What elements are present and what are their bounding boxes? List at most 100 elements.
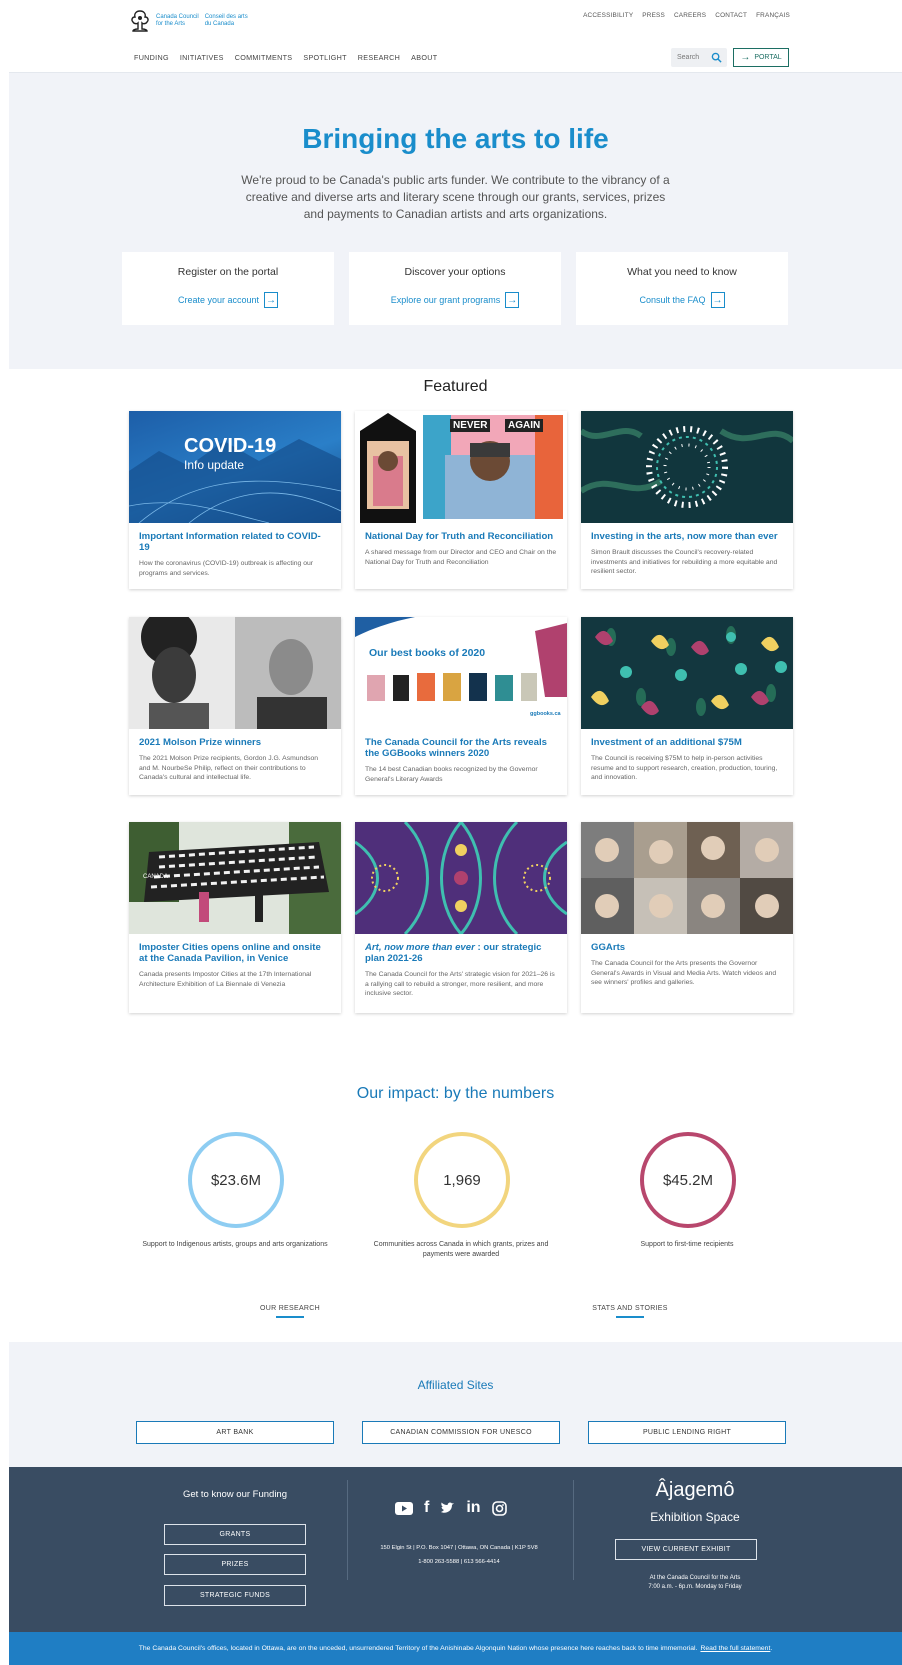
nav-commitments[interactable]: COMMITMENTS [235, 53, 293, 62]
stats-and-stories-link[interactable]: STATS AND STORIES [580, 1305, 680, 1318]
ggbooks-logo: ggbooks.ca [530, 711, 561, 717]
search-input[interactable]: Search [671, 48, 727, 67]
card-image-molson [129, 617, 341, 729]
featured-card-imposter-cities[interactable]: CANADA Imposter Cities opens online and … [129, 822, 341, 1013]
cta-heading: What you need to know [627, 266, 737, 278]
utility-link-language[interactable]: FRANÇAIS [756, 12, 790, 19]
nav-research[interactable]: RESEARCH [358, 53, 400, 62]
card-description: A shared message from our Director and C… [365, 549, 557, 566]
stat-ring-communities: 1,969 [414, 1132, 510, 1228]
featured-title: Featured [423, 378, 488, 395]
logo-text: Canada Council for the Arts Conseil des … [156, 14, 248, 28]
featured-card-covid[interactable]: COVID-19 Info update Important Informati… [129, 411, 341, 589]
stat-value: $23.6M [210, 1171, 262, 1189]
pattern-graphic [355, 822, 567, 934]
cta-card-faq: What you need to know Consult the FAQ → [576, 252, 788, 325]
featured-card-molson[interactable]: 2021 Molson Prize winners The 2021 Molso… [129, 617, 341, 795]
logo-mark-icon [131, 10, 149, 32]
stat-ring-first-time: $45.2M [640, 1132, 736, 1228]
card-title-emphasis: Art, now more than ever [365, 942, 475, 953]
utility-link-press[interactable]: PRESS [642, 12, 665, 19]
link-underline [276, 1316, 304, 1318]
featured-card-truth-reconciliation[interactable]: NEVER AGAIN National Day for Truth and R… [355, 411, 567, 589]
linkedin-icon[interactable]: in [466, 1499, 480, 1517]
hero-title: Bringing the arts to life [302, 123, 609, 154]
youtube-icon[interactable] [395, 1501, 413, 1515]
grants-button[interactable]: GRANTS [164, 1524, 306, 1545]
unesco-button[interactable]: CANADIAN COMMISSION FOR UNESCO [362, 1421, 560, 1444]
arrow-right-icon: → [264, 292, 279, 308]
card-title: The Canada Council for the Arts reveals … [365, 737, 547, 759]
nav-funding[interactable]: FUNDING [134, 53, 169, 62]
hero-section: Bringing the arts to life We're proud to… [9, 73, 902, 369]
card-image-investing [581, 411, 793, 523]
land-acknowledgement-bar: The Canada Council's offices, located in… [9, 1632, 902, 1665]
affiliated-title: Affiliated Sites [417, 1378, 494, 1392]
card-image-strategic-plan [355, 822, 567, 934]
twitter-icon[interactable] [440, 1502, 455, 1515]
featured-card-investing[interactable]: Investing in the arts, now more than eve… [581, 411, 793, 589]
featured-card-ggarts[interactable]: GGArts The Canada Council for the Arts p… [581, 822, 793, 1013]
card-description: The 14 best Canadian books recognized by… [365, 766, 538, 783]
ajagemo-subtitle: Exhibition Space [650, 1510, 740, 1524]
instagram-icon[interactable] [491, 1500, 507, 1516]
card-description: The 2021 Molson Prize recipients, Gordon… [139, 755, 319, 781]
search-icon[interactable] [711, 52, 722, 63]
card-description: The Council is receiving $75M to help in… [591, 755, 778, 781]
site-header: Canada Council for the Arts Conseil des … [9, 0, 902, 73]
card-description: How the coronavirus (COVID-19) outbreak … [139, 560, 314, 577]
footer-address: 150 Elgin St | P.O. Box 1047 | Ottawa, O… [380, 1545, 538, 1551]
stat-value: $45.2M [662, 1171, 714, 1189]
read-full-statement-link[interactable]: Read the full statement [700, 1645, 770, 1652]
search-placeholder: Search [677, 54, 700, 61]
featured-card-ggbooks[interactable]: Our best books of 2020 ggbooks.ca The Ca… [355, 617, 567, 795]
utility-nav: ACCESSIBILITY PRESS CAREERS CONTACT FRAN… [583, 12, 790, 19]
cta-heading: Register on the portal [177, 266, 279, 278]
leaf-pattern-graphic [591, 626, 787, 716]
arrow-right-icon: → [710, 292, 725, 308]
cta-link-create-account[interactable]: Create your account → [122, 292, 334, 308]
portal-label: PORTAL [754, 54, 782, 61]
card-image-investment [581, 617, 793, 729]
card-description: The Canada Council for the Arts presents… [591, 960, 777, 986]
card-title: Investment of an additional $75M [591, 737, 742, 748]
utility-link-accessibility[interactable]: ACCESSIBILITY [583, 12, 633, 19]
cta-link-grant-programs[interactable]: Explore our grant programs → [349, 292, 561, 308]
utility-link-careers[interactable]: CAREERS [674, 12, 706, 19]
utility-link-contact[interactable]: CONTACT [715, 12, 747, 19]
logo-text-fr: Conseil des arts du Canada [204, 14, 248, 27]
public-lending-right-button[interactable]: PUBLIC LENDING RIGHT [588, 1421, 786, 1444]
site-footer: Get to know our Funding GRANTS PRIZES ST… [9, 1467, 902, 1632]
portal-button[interactable]: → PORTAL [733, 48, 789, 67]
logo[interactable]: Canada Council for the Arts Conseil des … [129, 9, 248, 33]
cta-link-faq[interactable]: Consult the FAQ → [576, 292, 788, 308]
page: Canada Council for the Arts Conseil des … [0, 0, 902, 1665]
prizes-button[interactable]: PRIZES [164, 1554, 306, 1575]
card-title: Art, now more than ever : our strategic … [355, 934, 567, 964]
card-image-covid: COVID-19 Info update [129, 411, 341, 523]
logo-text-en: Canada Council for the Arts [156, 14, 199, 27]
nav-spotlight[interactable]: SPOTLIGHT [303, 53, 346, 62]
impact-title: Our impact: by the numbers [356, 1085, 555, 1102]
hours-line-1: At the Canada Council for the Arts [649, 1575, 741, 1581]
featured-card-investment-75m[interactable]: Investment of an additional $75M The Cou… [581, 617, 793, 795]
arrow-right-icon: → [505, 292, 520, 308]
art-bank-button[interactable]: ART BANK [136, 1421, 334, 1444]
nav-about[interactable]: ABOUT [411, 53, 437, 62]
card-description: Simon Brault discusses the Council's rec… [591, 549, 778, 575]
our-research-link[interactable]: OUR RESEARCH [240, 1305, 340, 1318]
circle-pattern-graphic [581, 426, 793, 508]
view-exhibit-button[interactable]: VIEW CURRENT EXHIBIT [615, 1539, 757, 1560]
portrait-grid-graphic [581, 822, 793, 934]
facebook-icon[interactable]: f [424, 1499, 429, 1517]
covid-image-subtitle: Info update [184, 458, 245, 472]
nav-initiatives[interactable]: INITIATIVES [180, 53, 224, 62]
strategic-funds-button[interactable]: STRATEGIC FUNDS [164, 1585, 306, 1606]
covid-image-title: COVID-19 [184, 435, 277, 457]
stat-caption: Communities across Canada in which grant… [373, 1241, 549, 1258]
featured-card-strategic-plan[interactable]: Art, now more than ever : our strategic … [355, 822, 567, 1013]
card-title: Imposter Cities opens online and onsite … [139, 942, 321, 964]
link-underline [616, 1316, 644, 1318]
main-nav: FUNDING INITIATIVES COMMITMENTS SPOTLIGH… [134, 53, 437, 62]
stat-caption: Support to first-time recipients [640, 1241, 734, 1248]
